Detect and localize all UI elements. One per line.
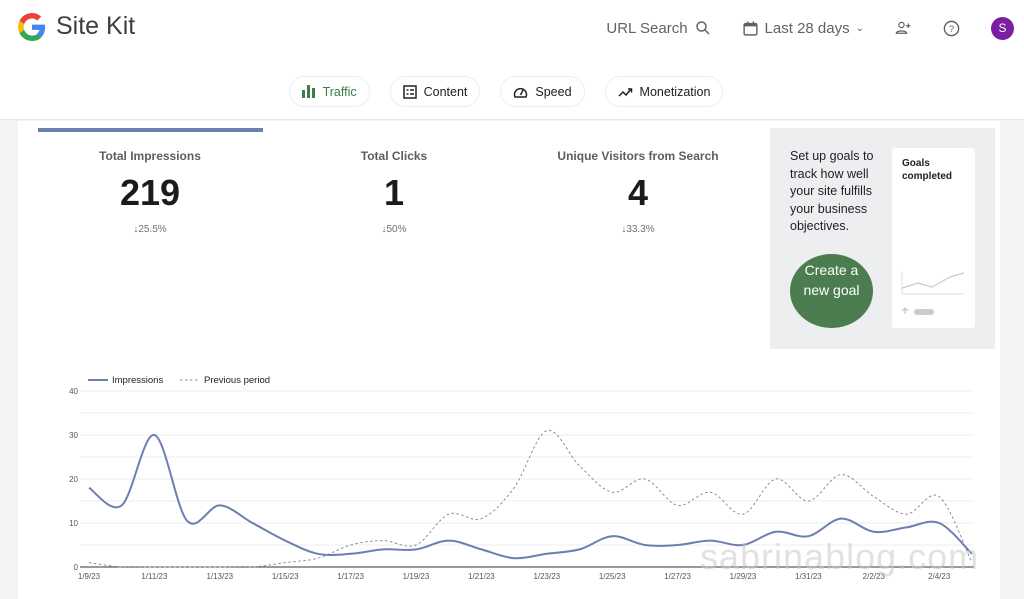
watermark: sabrinablog.com bbox=[700, 536, 980, 577]
goals-preview-card: Goals completed bbox=[892, 148, 975, 328]
x-tick-label: 1/27/23 bbox=[664, 572, 691, 581]
help-button[interactable]: ? bbox=[942, 19, 961, 38]
create-goal-button[interactable]: Create a new goal bbox=[790, 254, 873, 328]
metric-total-impressions[interactable]: Total Impressions 219 ↓25.5% bbox=[40, 149, 260, 235]
x-tick-label: 1/25/23 bbox=[599, 572, 626, 581]
bar-chart-icon bbox=[301, 85, 315, 98]
tab-traffic[interactable]: Traffic bbox=[288, 76, 370, 107]
metric-change: ↓33.3% bbox=[528, 224, 748, 235]
metric-change: ↓25.5% bbox=[40, 224, 260, 235]
trending-up-icon bbox=[618, 87, 632, 97]
tab-label: Traffic bbox=[322, 84, 357, 99]
tab-speed[interactable]: Speed bbox=[500, 76, 585, 107]
header: Site Kit URL Search Last 28 days ⌄ ? S T… bbox=[0, 0, 1024, 120]
url-search-label: URL Search bbox=[606, 19, 688, 37]
goals-description: Set up goals to track how well your site… bbox=[790, 149, 874, 233]
x-tick-label: 1/21/23 bbox=[468, 572, 495, 581]
change-value: 50% bbox=[386, 224, 407, 235]
y-tick-label: 40 bbox=[69, 387, 78, 396]
selected-metric-indicator bbox=[38, 128, 263, 132]
google-g-icon bbox=[18, 12, 46, 41]
site-kit-logo[interactable]: Site Kit bbox=[18, 12, 135, 41]
tab-content[interactable]: Content bbox=[389, 76, 481, 107]
metric-label: Total Clicks bbox=[360, 149, 428, 163]
tab-label: Content bbox=[423, 84, 468, 99]
metric-unique-visitors[interactable]: Unique Visitors from Search 4 ↓33.3% bbox=[528, 149, 748, 235]
metric-label: Unique Visitors from Search bbox=[557, 149, 719, 163]
date-range-label: Last 28 days bbox=[764, 19, 850, 37]
svg-text:?: ? bbox=[949, 24, 954, 35]
goals-preview-title: Goals completed bbox=[902, 158, 953, 182]
legend-previous-label: Previous period bbox=[204, 375, 270, 386]
x-tick-label: 1/15/23 bbox=[272, 572, 299, 581]
tab-monetization[interactable]: Monetization bbox=[604, 76, 724, 107]
chevron-down-icon: ⌄ bbox=[855, 22, 864, 34]
calendar-icon bbox=[742, 20, 758, 36]
avatar[interactable]: S bbox=[991, 16, 1014, 40]
metric-value: 1 bbox=[383, 172, 405, 213]
legend-impressions-label: Impressions bbox=[112, 375, 163, 386]
date-range-selector[interactable]: Last 28 days ⌄ bbox=[742, 20, 864, 37]
x-tick-label: 1/11/23 bbox=[141, 572, 168, 581]
metric-total-clicks[interactable]: Total Clicks 1 ↓50% bbox=[284, 149, 504, 235]
change-value: 33.3% bbox=[626, 224, 655, 235]
url-search-button[interactable]: URL Search bbox=[606, 19, 711, 37]
x-tick-label: 1/23/23 bbox=[533, 572, 560, 581]
y-tick-label: 30 bbox=[69, 431, 78, 440]
add-user-icon bbox=[895, 21, 911, 34]
x-tick-label: 1/17/23 bbox=[337, 572, 364, 581]
metric-value: 219 bbox=[119, 172, 181, 213]
x-tick-label: 1/13/23 bbox=[206, 572, 233, 581]
content-icon bbox=[402, 84, 417, 99]
change-value: 25.5% bbox=[138, 224, 167, 235]
x-tick-label: 1/19/23 bbox=[403, 572, 430, 581]
x-tick-label: 1/9/23 bbox=[78, 572, 101, 581]
y-tick-label: 10 bbox=[69, 519, 78, 528]
y-tick-label: 20 bbox=[69, 475, 78, 484]
metric-label: Total Impressions bbox=[99, 149, 201, 163]
y-tick-label: 0 bbox=[74, 563, 79, 572]
metric-value: 4 bbox=[627, 172, 649, 213]
help-icon: ? bbox=[943, 20, 960, 36]
speedometer-icon bbox=[514, 87, 528, 98]
metric-change: ↓50% bbox=[284, 224, 504, 235]
tab-label: Speed bbox=[535, 84, 572, 99]
search-icon bbox=[695, 21, 710, 35]
mini-line-chart-icon bbox=[901, 271, 965, 315]
tab-label: Monetization bbox=[639, 84, 711, 99]
goals-promo: Set up goals to track how well your site… bbox=[770, 128, 995, 349]
add-user-button[interactable] bbox=[894, 19, 912, 37]
app-title: Site Kit bbox=[56, 12, 136, 40]
